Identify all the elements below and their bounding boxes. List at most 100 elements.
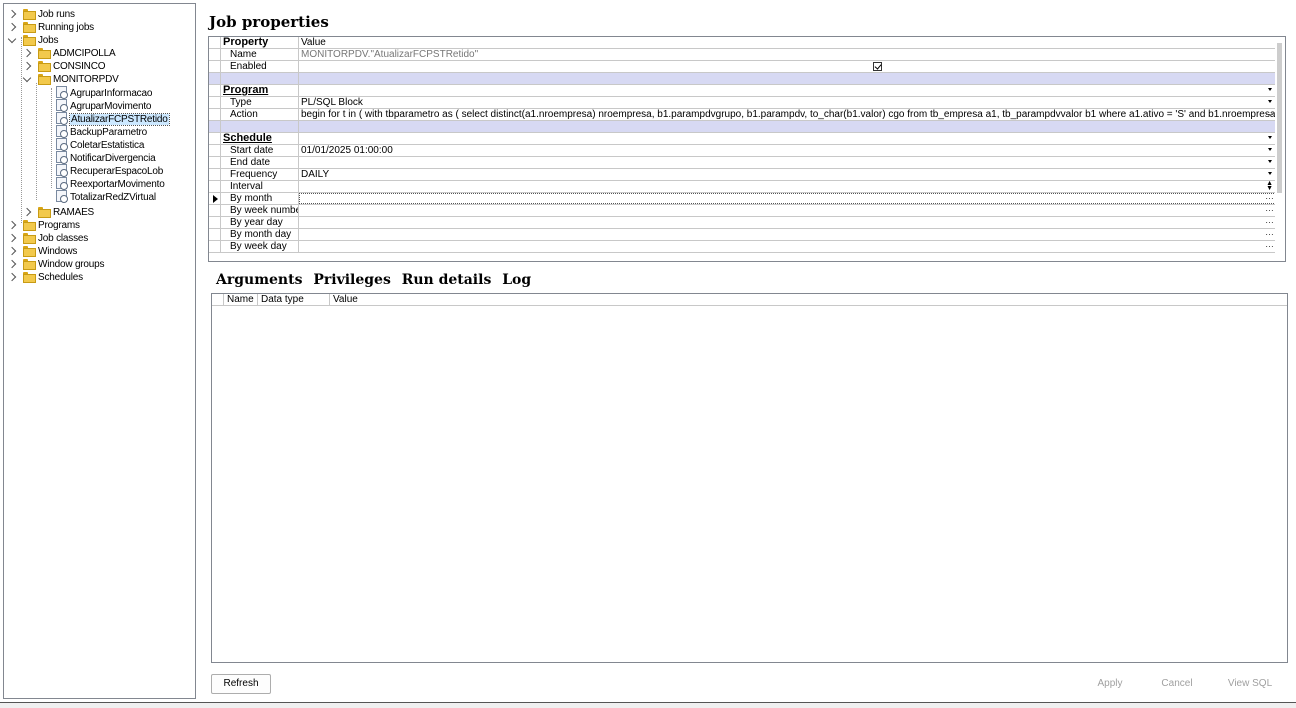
property-label: End date [221, 157, 299, 168]
tree-item-label: CONSINCO [53, 61, 106, 72]
tree-item-jobs[interactable]: Jobs [7, 34, 59, 47]
by-week-day-value[interactable]: … [299, 241, 1276, 252]
grid-row-name[interactable]: Name MONITORPDV."AtualizarFCPSTRetido" [209, 49, 1276, 61]
by-month-value[interactable]: … [299, 193, 1276, 204]
dropdown-arrow-icon[interactable] [1268, 100, 1272, 103]
tree-item-schedules[interactable]: Schedules [7, 271, 83, 284]
scrollbar-thumb[interactable] [1277, 43, 1282, 193]
tree-item-job[interactable]: AgruparMovimento [56, 99, 151, 112]
tree-item-job-classes[interactable]: Job classes [7, 232, 88, 245]
refresh-button[interactable]: Refresh [211, 674, 271, 694]
by-year-day-value[interactable]: … [299, 217, 1276, 228]
grid-row-start-date[interactable]: Start date 01/01/2025 01:00:00 [209, 145, 1276, 157]
chevron-right-icon[interactable] [7, 272, 17, 282]
grid-scrollbar[interactable] [1275, 37, 1285, 261]
column-header-value[interactable]: Value [330, 294, 1287, 305]
tree-item-monitorpdv[interactable]: MONITORPDV [22, 73, 119, 86]
tab-privileges[interactable]: Privileges [313, 272, 390, 288]
folder-icon [22, 245, 36, 257]
chevron-down-icon[interactable] [22, 73, 32, 83]
grid-row-action[interactable]: Action begin for t in ( with tbparametro… [209, 109, 1276, 121]
dropdown-arrow-icon[interactable] [1268, 160, 1272, 163]
grid-row-interval[interactable]: Interval ▲ ▼ [209, 181, 1276, 193]
by-week-number-value[interactable]: … [299, 205, 1276, 216]
chevron-right-icon[interactable] [7, 220, 17, 230]
property-label: Name [221, 49, 299, 60]
grid-row-by-year-day[interactable]: By year day … [209, 217, 1276, 229]
ellipsis-icon[interactable]: … [1265, 193, 1274, 202]
chevron-down-icon[interactable] [7, 34, 17, 44]
grid-row-end-date[interactable]: End date [209, 157, 1276, 169]
grid-row-by-week-day[interactable]: By week day … [209, 241, 1276, 253]
chevron-right-icon[interactable] [22, 48, 32, 58]
category-program[interactable]: Program [209, 85, 1276, 97]
column-header-name[interactable]: Name [224, 294, 258, 305]
grid-row-frequency[interactable]: Frequency DAILY [209, 169, 1276, 181]
action-value[interactable]: begin for t in ( with tbparametro as ( s… [299, 109, 1276, 120]
frequency-value[interactable]: DAILY [299, 169, 1276, 180]
tab-log[interactable]: Log [502, 272, 531, 288]
collapse-icon[interactable] [1268, 88, 1272, 91]
category-label: Program [221, 85, 299, 96]
tree-item-programs[interactable]: Programs [7, 219, 80, 232]
tab-arguments[interactable]: Arguments [216, 272, 302, 288]
chevron-right-icon[interactable] [7, 233, 17, 243]
view-sql-button[interactable]: View SQL [1222, 675, 1278, 695]
ellipsis-icon[interactable]: … [1265, 205, 1274, 214]
tree-item-job[interactable]: RecuperarEspacoLob [56, 164, 163, 177]
tree-item-label: MONITORPDV [53, 74, 119, 85]
grid-row-by-week-number[interactable]: By week number … [209, 205, 1276, 217]
ellipsis-icon[interactable]: … [1265, 229, 1274, 238]
ellipsis-icon[interactable]: … [1265, 217, 1274, 226]
category-schedule[interactable]: Schedule [209, 133, 1276, 145]
tree-item-running-jobs[interactable]: Running jobs [7, 21, 94, 34]
grid-row-by-month-day[interactable]: By month day … [209, 229, 1276, 241]
grid-row-type[interactable]: Type PL/SQL Block [209, 97, 1276, 109]
object-tree[interactable]: Job runs Running jobs Jobs ADMCIPOLLA CO… [3, 3, 196, 699]
dropdown-arrow-icon[interactable] [1268, 172, 1272, 175]
start-date-value[interactable]: 01/01/2025 01:00:00 [299, 145, 1276, 156]
chevron-right-icon[interactable] [7, 246, 17, 256]
end-date-value[interactable] [299, 157, 1276, 168]
tree-item-consinco[interactable]: CONSINCO [22, 60, 106, 73]
grid-row-enabled[interactable]: Enabled [209, 61, 1276, 73]
tree-item-label: NotificarDivergencia [70, 153, 156, 164]
tree-item-job[interactable]: ColetarEstatistica [56, 138, 144, 151]
enabled-checkbox[interactable] [873, 62, 882, 71]
chevron-right-icon[interactable] [7, 9, 17, 19]
cancel-button[interactable]: Cancel [1155, 675, 1199, 695]
type-value[interactable]: PL/SQL Block [299, 97, 1276, 108]
property-column-header: Property [221, 37, 299, 48]
tree-item-windows[interactable]: Windows [7, 245, 77, 258]
chevron-right-icon[interactable] [7, 22, 17, 32]
property-grid[interactable]: Property Value Name MONITORPDV."Atualiza… [208, 36, 1286, 262]
chevron-right-icon[interactable] [7, 259, 17, 269]
interval-value[interactable]: ▲ ▼ [299, 181, 1276, 192]
tree-item-job[interactable]: BackupParametro [56, 125, 147, 138]
action-value-text: begin for t in ( with tbparametro as ( s… [301, 109, 1276, 120]
collapse-icon[interactable] [1268, 136, 1272, 139]
tree-item-job[interactable]: NotificarDivergencia [56, 151, 156, 164]
spinner-icon[interactable]: ▲ ▼ [1266, 181, 1273, 192]
column-header-data-type[interactable]: Data type [258, 294, 330, 305]
job-icon [56, 112, 68, 125]
chevron-right-icon[interactable] [22, 61, 32, 71]
apply-button[interactable]: Apply [1088, 675, 1132, 695]
chevron-right-icon[interactable] [22, 207, 32, 217]
tree-item-job[interactable]: AgruparInformacao [56, 86, 152, 99]
arguments-grid[interactable]: Name Data type Value [211, 293, 1288, 663]
dropdown-arrow-icon[interactable] [1268, 148, 1272, 151]
tree-item-admcipolla[interactable]: ADMCIPOLLA [22, 47, 116, 60]
tree-item-ramaes[interactable]: RAMAES [22, 206, 94, 219]
tree-item-job-runs[interactable]: Job runs [7, 8, 75, 21]
by-month-day-value[interactable]: … [299, 229, 1276, 240]
ellipsis-icon[interactable]: … [1265, 109, 1274, 118]
job-icon [56, 99, 68, 112]
tree-item-job-selected[interactable]: AtualizarFCPSTRetido [56, 112, 170, 126]
tab-run-details[interactable]: Run details [402, 272, 492, 288]
tree-item-job[interactable]: TotalizarRedZVirtual [56, 190, 156, 203]
ellipsis-icon[interactable]: … [1265, 241, 1274, 250]
tree-item-job[interactable]: ReexportarMovimento [56, 177, 165, 190]
grid-row-by-month[interactable]: By month … [209, 193, 1276, 205]
tree-item-window-groups[interactable]: Window groups [7, 258, 105, 271]
